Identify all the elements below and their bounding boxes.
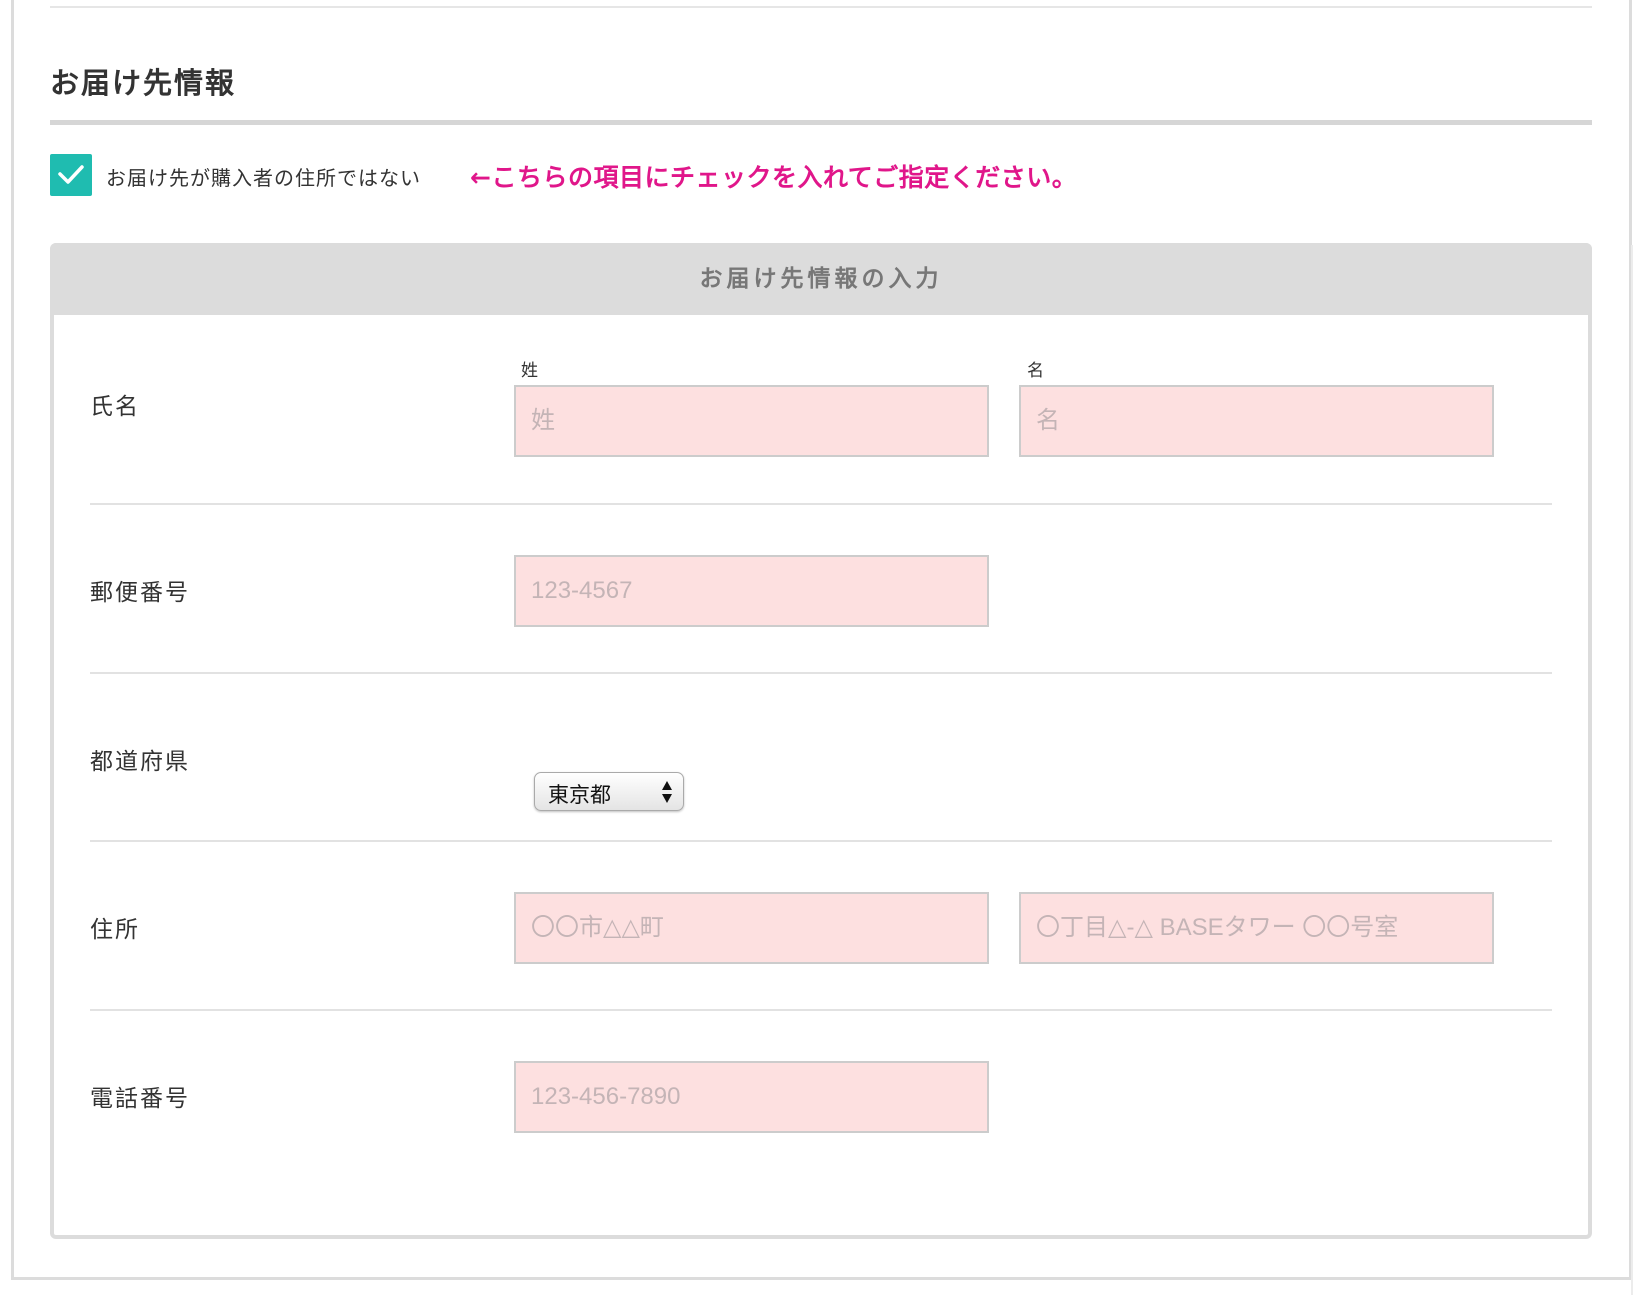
name-label: 氏名 (90, 394, 140, 420)
scroll-edge (1631, 245, 1633, 1295)
first-name-input[interactable] (1019, 385, 1494, 457)
select-arrows-icon (662, 781, 672, 803)
address-label: 住所 (90, 917, 140, 943)
different-address-checkbox[interactable] (50, 154, 92, 196)
prefecture-select[interactable]: 東京都 (534, 772, 684, 811)
row-divider (90, 1009, 1552, 1011)
phone-input[interactable] (514, 1061, 989, 1133)
top-divider (50, 6, 1592, 8)
section-title-underline (50, 120, 1592, 125)
checkmark-icon (58, 165, 84, 184)
panel-header: お届け先情報の入力 (50, 243, 1592, 315)
section-title: お届け先情報 (50, 66, 237, 100)
different-address-label[interactable]: お届け先が購入者の住所ではない (106, 162, 421, 191)
row-divider (90, 672, 1552, 674)
last-name-sublabel: 姓 (521, 361, 538, 381)
last-name-input[interactable] (514, 385, 989, 457)
row-divider (90, 503, 1552, 505)
address-line2-input[interactable] (1019, 892, 1494, 964)
instruction-note: ←こちらの項目にチェックを入れてご指定ください。 (470, 163, 1078, 192)
postal-code-label: 郵便番号 (90, 580, 190, 606)
first-name-sublabel: 名 (1027, 361, 1044, 381)
prefecture-label: 都道府県 (90, 749, 190, 775)
postal-code-input[interactable] (514, 555, 989, 627)
shipping-address-panel: お届け先情報の入力 氏名 姓 名 郵便番号 都道府県 東京都 住所 電話番号 (50, 243, 1592, 1239)
phone-label: 電話番号 (90, 1086, 190, 1112)
row-divider (90, 840, 1552, 842)
address-line1-input[interactable] (514, 892, 989, 964)
prefecture-selected-value: 東京都 (548, 783, 611, 807)
